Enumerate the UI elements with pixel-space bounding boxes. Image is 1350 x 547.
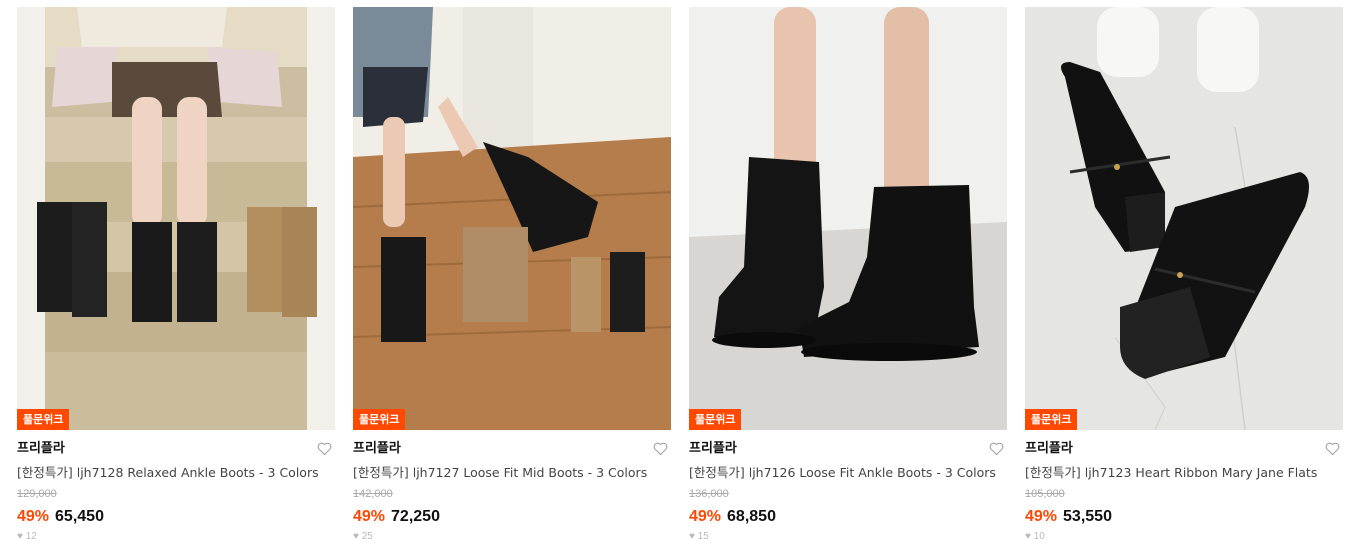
like-count: ♥ 12 [17, 531, 37, 542]
product-title[interactable]: [한정특가] ljh7126 Loose Fit Ankle Boots - 3… [689, 464, 1007, 482]
brand-name[interactable]: 프리플라 [689, 439, 1007, 459]
product-title[interactable]: [한정특가] ljh7127 Loose Fit Mid Boots - 3 C… [353, 464, 671, 482]
product-title[interactable]: [한정특가] ljh7123 Heart Ribbon Mary Jane Fl… [1025, 464, 1343, 482]
heart-outline-icon[interactable] [316, 440, 333, 457]
promo-badge: 풀문위크 [1025, 409, 1078, 430]
discount-rate: 49% [353, 508, 386, 525]
original-price: 142,000 [353, 488, 393, 500]
brand-name[interactable]: 프리플라 [353, 439, 671, 459]
original-price: 129,000 [17, 488, 57, 500]
discount-rate: 49% [689, 508, 722, 525]
product-card[interactable]: 풀문위크 프리플라 [한정특가] ljh7123 Heart Ribbon Ma… [1025, 7, 1343, 542]
product-card[interactable]: 풀문위크 프리플라 [한정특가] ljh7127 Loose Fit Mid B… [353, 7, 671, 542]
product-image[interactable]: 풀문위크 [689, 7, 1007, 430]
brand-name[interactable]: 프리플라 [17, 439, 335, 459]
product-image[interactable]: 풀문위크 [1025, 7, 1343, 430]
brand-name[interactable]: 프리플라 [1025, 439, 1343, 459]
promo-badge: 풀문위크 [689, 409, 742, 430]
product-card[interactable]: 풀문위크 프리플라 [한정특가] ljh7128 Relaxed Ankle B… [17, 7, 335, 542]
sale-price: 72,250 [391, 508, 440, 525]
sale-price: 65,450 [55, 508, 104, 525]
promo-badge: 풀문위크 [17, 409, 70, 430]
heart-outline-icon[interactable] [652, 440, 669, 457]
sale-price: 53,550 [1063, 508, 1112, 525]
product-image[interactable]: 풀문위크 [17, 7, 335, 430]
original-price: 105,000 [1025, 488, 1065, 500]
discount-rate: 49% [17, 508, 50, 525]
product-image[interactable]: 풀문위크 [353, 7, 671, 430]
like-count: ♥ 25 [353, 531, 373, 542]
sale-price: 68,850 [727, 508, 776, 525]
product-card[interactable]: 풀문위크 프리플라 [한정특가] ljh7126 Loose Fit Ankle… [689, 7, 1007, 542]
heart-outline-icon[interactable] [1324, 440, 1341, 457]
heart-outline-icon[interactable] [988, 440, 1005, 457]
discount-rate: 49% [1025, 508, 1058, 525]
product-title[interactable]: [한정특가] ljh7128 Relaxed Ankle Boots - 3 C… [17, 464, 335, 482]
like-count: ♥ 15 [689, 531, 709, 542]
like-count: ♥ 10 [1025, 531, 1045, 542]
original-price: 136,000 [689, 488, 729, 500]
promo-badge: 풀문위크 [353, 409, 406, 430]
